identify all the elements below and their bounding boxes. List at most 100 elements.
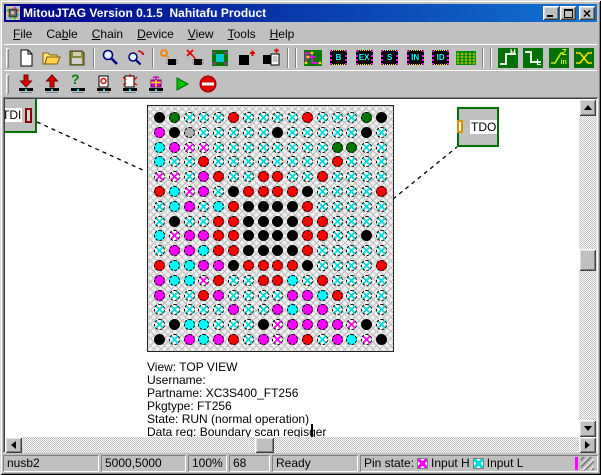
menu-cable[interactable]: Cable [39,25,84,43]
bga-pin[interactable] [258,334,269,345]
bga-pin[interactable] [243,127,254,138]
bga-pin[interactable] [332,319,343,330]
bga-pin[interactable] [258,201,269,212]
bga-pin[interactable] [258,112,269,123]
program-download-button[interactable] [14,72,38,96]
open-file-button[interactable] [39,46,63,70]
bga-pin[interactable] [272,156,283,167]
bga-pin[interactable] [213,334,224,345]
bga-pin[interactable] [346,245,357,256]
disconnect-device-button[interactable] [183,46,207,70]
bga-pin[interactable] [154,156,165,167]
bga-pin[interactable] [287,334,298,345]
bga-pin[interactable] [302,260,313,271]
circuit-view-button[interactable] [454,46,478,70]
bga-pin[interactable] [376,319,387,330]
bga-pin[interactable] [243,156,254,167]
bga-pin[interactable] [272,275,283,286]
bga-pin[interactable] [332,186,343,197]
bga-pin[interactable] [302,334,313,345]
scroll-right-button[interactable] [579,437,596,453]
bga-pin[interactable] [272,142,283,153]
bga-pin[interactable] [184,319,195,330]
bga-pin[interactable] [332,156,343,167]
bga-pin[interactable] [213,260,224,271]
bga-pin[interactable] [272,230,283,241]
bga-pin[interactable] [154,304,165,315]
bga-pin[interactable] [302,186,313,197]
bga-pin[interactable] [317,142,328,153]
bga-pin[interactable] [287,112,298,123]
bga-pin[interactable] [346,201,357,212]
bga-pin[interactable] [243,334,254,345]
bga-pin[interactable] [317,290,328,301]
bga-pin[interactable] [361,142,372,153]
horizontal-scrollbar[interactable] [5,437,596,453]
verify-button[interactable]: ? [66,72,90,96]
bga-pin[interactable] [302,156,313,167]
bga-pin[interactable] [302,171,313,182]
bga-pin[interactable] [287,142,298,153]
bga-pin[interactable] [287,275,298,286]
bga-pin[interactable] [213,171,224,182]
bga-pin[interactable] [302,142,313,153]
bga-pin[interactable] [332,334,343,345]
bga-pin[interactable] [258,290,269,301]
bga-pin[interactable] [346,142,357,153]
extest-button[interactable]: EX [352,46,376,70]
bga-pin[interactable] [361,334,372,345]
bga-pin[interactable] [184,334,195,345]
bga-pin[interactable] [361,319,372,330]
bga-pin[interactable] [272,260,283,271]
bga-pin[interactable] [213,290,224,301]
bga-pin[interactable] [243,304,254,315]
bga-pin[interactable] [198,142,209,153]
bga-pin[interactable] [213,142,224,153]
bga-pin[interactable] [184,304,195,315]
add-device-button[interactable] [234,46,258,70]
bga-pin[interactable] [228,290,239,301]
bga-pin[interactable] [346,290,357,301]
bga-pin[interactable] [346,216,357,227]
zoom-refresh-button[interactable] [124,46,148,70]
bga-pin[interactable] [198,304,209,315]
bga-pin[interactable] [243,201,254,212]
bga-pin[interactable] [317,304,328,315]
bga-pin[interactable] [287,127,298,138]
bga-pin[interactable] [361,156,372,167]
autodetect-button[interactable] [209,46,233,70]
bga-pin[interactable] [258,216,269,227]
tdi-node[interactable]: TDI [5,99,37,133]
bga-pin[interactable] [272,127,283,138]
bga-pin[interactable] [272,112,283,123]
bga-pin[interactable] [302,201,313,212]
bga-pin[interactable] [169,156,180,167]
menu-tools[interactable]: Tools [221,25,263,43]
bga-pin[interactable] [376,171,387,182]
bga-pin[interactable] [154,186,165,197]
bga-pin[interactable] [243,290,254,301]
bypass-button[interactable]: B [327,46,351,70]
bga-pin[interactable] [228,201,239,212]
bga-pin[interactable] [243,245,254,256]
bga-pin[interactable] [361,304,372,315]
bga-pin[interactable] [376,216,387,227]
bga-pin[interactable] [361,230,372,241]
bga-pin[interactable] [228,127,239,138]
bga-pin[interactable] [184,156,195,167]
bga-pin[interactable] [198,230,209,241]
bga-pin[interactable] [184,260,195,271]
bga-pin[interactable] [154,142,165,153]
bga-pin[interactable] [332,304,343,315]
bga-pin[interactable] [169,275,180,286]
bga-pin[interactable] [154,260,165,271]
run-button[interactable] [170,72,194,96]
bga-pin[interactable] [302,127,313,138]
menu-help[interactable]: Help [263,25,302,43]
bga-pin[interactable] [361,290,372,301]
bga-pin[interactable] [258,319,269,330]
program-file-button[interactable] [92,72,116,96]
bga-pin[interactable] [376,112,387,123]
bga-pin[interactable] [302,290,313,301]
bga-pin[interactable] [361,171,372,182]
